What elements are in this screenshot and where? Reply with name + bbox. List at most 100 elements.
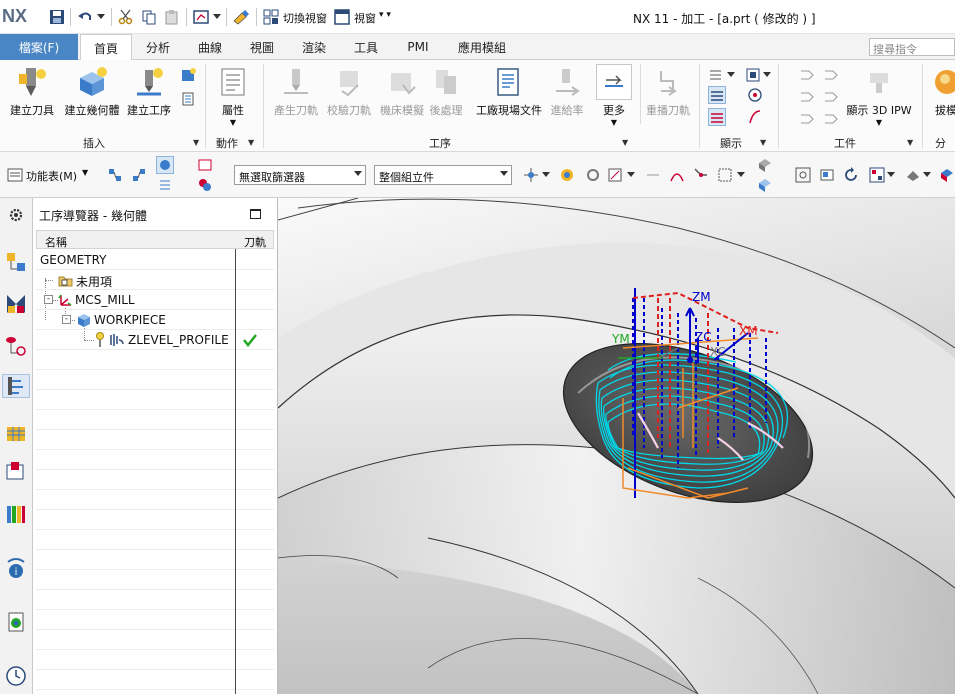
create-geometry-button[interactable]: 建立幾何體: [61, 64, 123, 132]
maximize-icon[interactable]: [250, 209, 261, 219]
assembly-navigator-icon[interactable]: [4, 250, 28, 274]
info-wifi-icon[interactable]: i: [4, 556, 28, 580]
switch-window-icon[interactable]: [262, 8, 280, 26]
display-group-dropdown-icon[interactable]: ▼: [760, 138, 766, 147]
select-settings-icon[interactable]: [584, 166, 602, 184]
create-tool-button[interactable]: 建立刀具: [3, 64, 61, 132]
model-viewport[interactable]: ZM ZC XM XC YM: [278, 198, 955, 694]
create-program-icon[interactable]: [180, 90, 198, 108]
show-curve-icon[interactable]: [746, 108, 764, 126]
show-point-icon[interactable]: [746, 86, 764, 104]
select-rectangle-icon[interactable]: [716, 166, 734, 184]
window-layout-icon[interactable]: [192, 8, 210, 26]
select-arc-icon[interactable]: [692, 166, 710, 184]
display-toolpath-dropdown-icon[interactable]: [726, 66, 736, 84]
undo-dropdown-icon[interactable]: [96, 8, 106, 26]
function-menu-icon[interactable]: [6, 166, 24, 184]
window-menu-label[interactable]: 視窗: [354, 10, 376, 26]
display-toolpath-icon[interactable]: [708, 66, 726, 84]
select-body-icon[interactable]: [196, 156, 214, 174]
more-dropdown-icon[interactable]: ▼: [611, 118, 617, 127]
actions-group-dropdown-icon[interactable]: ▼: [248, 138, 254, 147]
tab-render[interactable]: 渲染: [290, 34, 338, 60]
tab-tools[interactable]: 工具: [342, 34, 390, 60]
graphics-window[interactable]: ZM ZC XM XC YM: [278, 198, 955, 694]
filter-select[interactable]: 無選取篩選器: [234, 165, 366, 185]
select-type-b-icon[interactable]: [130, 166, 148, 184]
render-style-dropdown-icon[interactable]: [922, 166, 932, 184]
machining-feature-navigator-icon[interactable]: [4, 460, 28, 484]
draft-button[interactable]: 拔模: [926, 64, 955, 132]
tab-pmi[interactable]: PMI: [394, 34, 442, 60]
select-feature-icon[interactable]: [156, 156, 174, 174]
cut-icon[interactable]: [117, 8, 135, 26]
command-search-input[interactable]: 搜尋指令: [869, 38, 955, 56]
copy-icon[interactable]: [140, 8, 158, 26]
background-icon[interactable]: [938, 166, 955, 184]
shop-documentation-button[interactable]: 工廠現場文件: [474, 64, 544, 132]
feed-rate-button[interactable]: 進給率: [541, 64, 593, 132]
tab-home[interactable]: 首頁: [80, 34, 132, 61]
tab-view[interactable]: 視圖: [238, 34, 286, 60]
select-solid-icon[interactable]: [756, 156, 774, 174]
save-icon[interactable]: [48, 8, 66, 26]
resource-bar-settings-gear-icon[interactable]: [4, 203, 28, 227]
collapse-icon[interactable]: -: [62, 315, 71, 324]
undo-icon[interactable]: [76, 8, 94, 26]
workpiece-tool-c-icon[interactable]: [798, 88, 816, 106]
tab-curve[interactable]: 曲線: [186, 34, 234, 60]
list-item[interactable]: - WORKPIECE: [36, 310, 274, 330]
select-rectangle-dropdown-icon[interactable]: [736, 166, 746, 184]
select-point-icon[interactable]: [644, 166, 662, 184]
operations-group-dropdown-icon[interactable]: ▼: [622, 138, 628, 147]
more-button[interactable]: 更多 ▼: [592, 64, 636, 132]
insert-group-dropdown-icon[interactable]: ▼: [193, 138, 199, 147]
orient-view-icon[interactable]: [868, 166, 886, 184]
select-curve-icon[interactable]: [668, 166, 686, 184]
list-item[interactable]: ZLEVEL_PROFILE: [36, 330, 274, 350]
create-method-icon[interactable]: [180, 66, 198, 84]
tab-applications[interactable]: 應用模組: [446, 34, 518, 60]
column-toolpath-header[interactable]: 刀軌: [244, 234, 266, 250]
zoom-view-icon[interactable]: [818, 166, 836, 184]
workpiece-tool-f-icon[interactable]: [822, 110, 840, 128]
window-icon[interactable]: [333, 8, 351, 26]
render-style-icon[interactable]: [904, 166, 922, 184]
tab-analysis[interactable]: 分析: [134, 34, 182, 60]
column-divider[interactable]: [235, 249, 236, 694]
history-clock-icon[interactable]: [4, 664, 28, 688]
select-filter-icon[interactable]: [196, 176, 214, 194]
generate-toolpath-button[interactable]: 產生刀軌: [267, 64, 325, 132]
replay-toolpath-button[interactable]: 重播刀軌: [641, 64, 695, 132]
workpiece-tool-b-icon[interactable]: [822, 66, 840, 84]
select-color-icon[interactable]: [558, 166, 576, 184]
list-item[interactable]: GEOMETRY: [36, 250, 274, 270]
properties-dropdown-icon[interactable]: ▼: [230, 118, 236, 127]
machine-tool-navigator-icon[interactable]: [4, 420, 28, 444]
layout-dropdown-icon[interactable]: [212, 8, 222, 26]
select-edge-icon[interactable]: [606, 166, 624, 184]
assembly-scope-select[interactable]: 整個組立件: [374, 165, 512, 185]
select-type-a-icon[interactable]: [106, 166, 124, 184]
column-name-header[interactable]: 名稱: [45, 234, 67, 250]
switch-window-label[interactable]: 切換視窗: [283, 10, 327, 26]
workpiece-tool-a-icon[interactable]: [798, 66, 816, 84]
paste-icon[interactable]: [163, 8, 181, 26]
verify-toolpath-button[interactable]: 校驗刀軌: [320, 64, 378, 132]
operation-navigator-icon[interactable]: [2, 374, 30, 398]
display-options-dropdown-icon[interactable]: [762, 66, 772, 84]
function-menu-dropdown-icon[interactable]: ▼: [82, 168, 88, 177]
workpiece-tool-e-icon[interactable]: [798, 110, 816, 128]
properties-button[interactable]: 屬性 ▼: [207, 64, 259, 132]
select-sheet-icon[interactable]: [756, 176, 774, 194]
snap-point-icon[interactable]: [522, 166, 540, 184]
display-options-icon[interactable]: [744, 66, 762, 84]
postprocess-button[interactable]: 後處理: [420, 64, 472, 132]
touch-mode-icon[interactable]: [232, 8, 250, 26]
list-item[interactable]: 未用項: [36, 270, 274, 290]
snap-point-dropdown-icon[interactable]: [541, 166, 551, 184]
workpiece-group-dropdown-icon[interactable]: ▼: [907, 138, 913, 147]
show-3d-ipw-dropdown-icon[interactable]: ▼: [876, 118, 882, 127]
collapse-icon[interactable]: -: [44, 295, 53, 304]
show-3d-ipw-button[interactable]: 顯示 3D IPW ▼: [846, 64, 912, 132]
